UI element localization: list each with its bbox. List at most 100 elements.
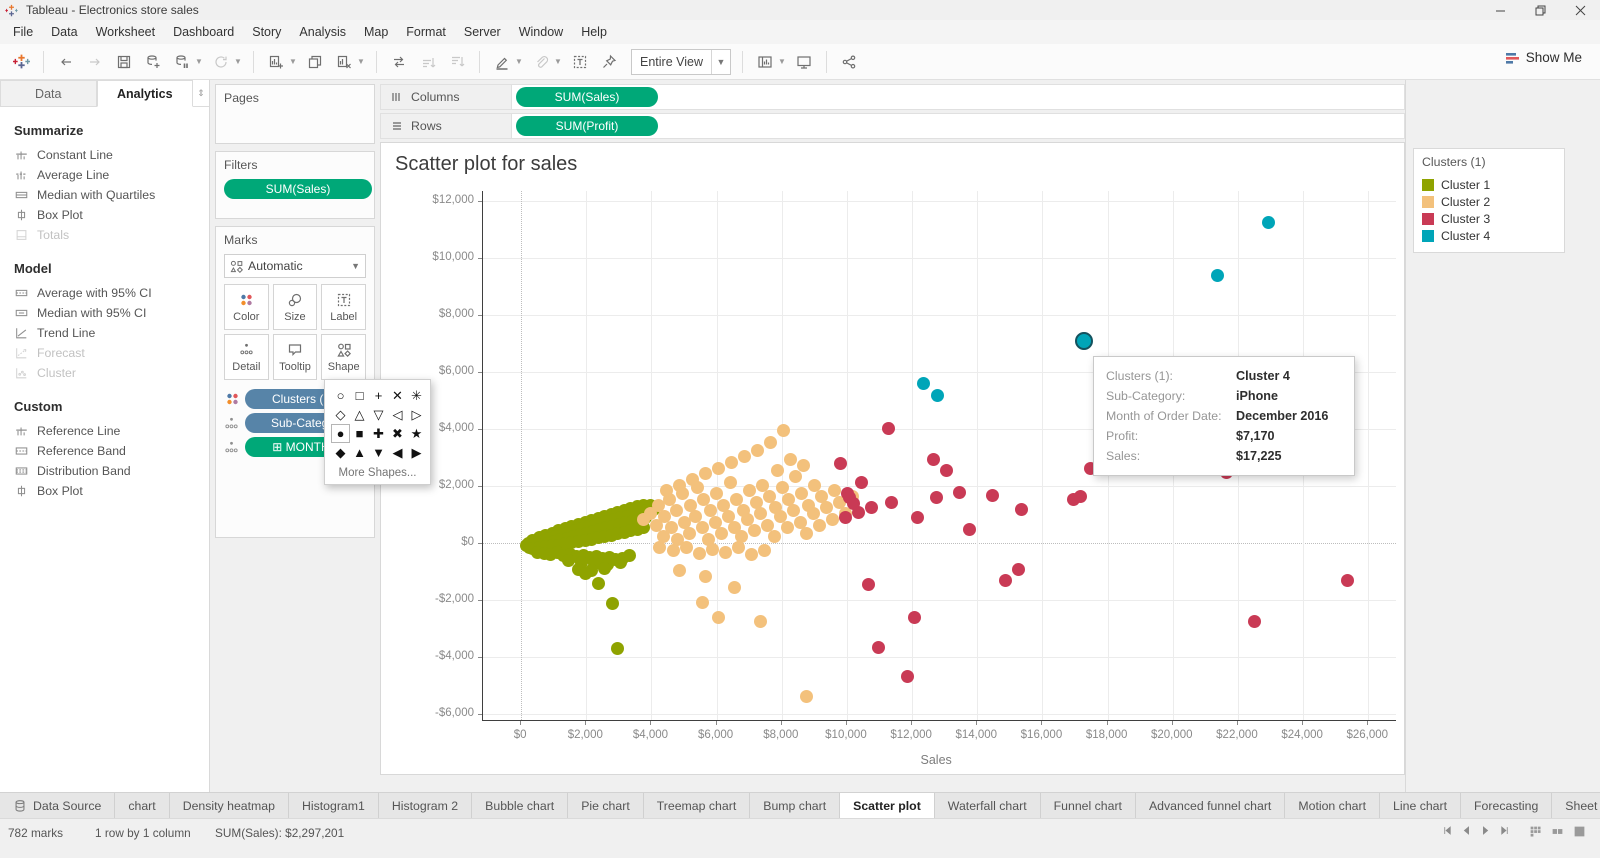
scatter-point-cluster-2[interactable] xyxy=(653,541,667,555)
scatter-point-cluster-3[interactable] xyxy=(953,485,967,499)
scatter-point-cluster-2[interactable] xyxy=(699,467,713,481)
size-button[interactable]: Size xyxy=(272,284,318,330)
chevron-down-icon[interactable]: ▼ xyxy=(195,57,203,66)
scatter-point-cluster-1[interactable] xyxy=(578,567,592,580)
pin-icon[interactable] xyxy=(598,50,620,74)
scatter-point-cluster-4[interactable] xyxy=(1262,216,1276,230)
scatter-point-cluster-2[interactable] xyxy=(731,541,745,555)
scatter-point-cluster-3[interactable] xyxy=(865,501,879,515)
scatter-point-cluster-2[interactable] xyxy=(728,581,742,595)
sidebar-item-box-plot[interactable]: Box Plot xyxy=(0,481,209,501)
first-sheet-icon[interactable] xyxy=(1442,825,1453,836)
scatter-point-cluster-1[interactable] xyxy=(614,556,628,570)
scatter-point-cluster-2[interactable] xyxy=(712,461,726,475)
menu-item-story[interactable]: Story xyxy=(243,22,290,42)
sidebar-item-reference-line[interactable]: Reference Line xyxy=(0,421,209,441)
label-button[interactable]: Label xyxy=(321,284,366,330)
scatter-point-cluster-4[interactable] xyxy=(1210,269,1224,283)
pill-sum-sales[interactable]: SUM(Sales) xyxy=(516,87,658,107)
scatter-point-cluster-3[interactable] xyxy=(901,669,915,683)
sidebar-tab-data[interactable]: Data xyxy=(0,80,97,107)
menu-item-format[interactable]: Format xyxy=(397,22,455,42)
shape-cell-0[interactable]: ○ xyxy=(331,386,350,405)
scatter-point-cluster-2[interactable] xyxy=(673,564,687,578)
pill-sum-sales[interactable]: SUM(Sales) xyxy=(224,179,372,199)
sheet-tab-histogram1[interactable]: Histogram1 xyxy=(289,793,379,818)
shape-cell-16[interactable]: ▲ xyxy=(350,443,369,462)
sheet-tab-histogram-2[interactable]: Histogram 2 xyxy=(379,793,473,818)
scatter-point-cluster-3[interactable] xyxy=(871,641,885,655)
next-sheet-icon[interactable] xyxy=(1480,825,1491,836)
show-me-button[interactable]: Show Me xyxy=(1505,50,1582,65)
sheet-tab-density-heatmap[interactable]: Density heatmap xyxy=(170,793,289,818)
shape-cell-10[interactable]: ● xyxy=(331,424,350,443)
scatter-point-cluster-2[interactable] xyxy=(744,548,758,562)
sheet-tab-chart[interactable]: chart xyxy=(115,793,170,818)
scatter-point-cluster-2[interactable] xyxy=(705,542,719,556)
rows-shelf[interactable]: Rows SUM(Profit) xyxy=(380,113,1405,139)
scatter-point-cluster-2[interactable] xyxy=(718,545,732,559)
shape-cell-19[interactable]: ▶ xyxy=(407,443,426,462)
scatter-point-cluster-2[interactable] xyxy=(767,529,781,543)
shape-cell-7[interactable]: ▽ xyxy=(369,405,388,424)
columns-shelf[interactable]: Columns SUM(Sales) xyxy=(380,84,1405,110)
sidebar-tab-analytics[interactable]: Analytics xyxy=(96,80,193,107)
scatter-point-cluster-2[interactable] xyxy=(796,458,810,472)
scatter-point-cluster-1[interactable] xyxy=(591,576,605,590)
tooltip-button[interactable]: Tooltip xyxy=(272,334,318,380)
sheet-tab-scatter-plot[interactable]: Scatter plot xyxy=(840,793,935,818)
chevron-down-icon[interactable]: ▼ xyxy=(778,57,786,66)
sidebar-item-average-with-95-ci[interactable]: Average with 95% CI xyxy=(0,283,209,303)
scatter-point-cluster-3[interactable] xyxy=(839,511,853,525)
show-cards-icon[interactable] xyxy=(754,50,776,74)
scatter-point-cluster-3[interactable] xyxy=(884,495,898,509)
scatter-point-cluster-3[interactable] xyxy=(862,578,875,592)
previous-sheet-icon[interactable] xyxy=(1461,825,1472,836)
menu-item-help[interactable]: Help xyxy=(572,22,616,42)
sidebar-item-box-plot[interactable]: Box Plot xyxy=(0,205,209,225)
scatter-point-cluster-3[interactable] xyxy=(930,491,944,505)
share-icon[interactable] xyxy=(838,50,860,74)
scatter-point-cluster-2[interactable] xyxy=(800,527,814,541)
show-sheet-icon[interactable] xyxy=(1573,825,1586,838)
shape-cell-6[interactable]: △ xyxy=(350,405,369,424)
shape-cell-18[interactable]: ◀ xyxy=(388,443,407,462)
scatter-point-cluster-2[interactable] xyxy=(673,478,687,492)
scatter-point-cluster-3[interactable] xyxy=(985,488,999,502)
scatter-point-cluster-3[interactable] xyxy=(940,464,954,478)
shape-cell-11[interactable]: ■ xyxy=(350,424,369,443)
sidebar-tab-options-icon[interactable]: ⇕ xyxy=(193,80,209,107)
shape-cell-2[interactable]: + xyxy=(369,386,388,405)
sheet-tab-line-chart[interactable]: Line chart xyxy=(1380,793,1462,818)
mark-type-dropdown[interactable]: Automatic ▼ xyxy=(224,254,366,278)
scatter-point-cluster-2[interactable] xyxy=(682,527,696,541)
filters-card[interactable]: Filters SUM(Sales) xyxy=(215,151,375,219)
shape-cell-17[interactable]: ▼ xyxy=(369,443,388,462)
duplicate-sheet-icon[interactable] xyxy=(304,50,326,74)
sheet-tab-bump-chart[interactable]: Bump chart xyxy=(750,793,841,818)
presentation-mode-icon[interactable] xyxy=(793,50,815,74)
scatter-point-cluster-4[interactable] xyxy=(917,377,931,391)
restore-icon[interactable] xyxy=(1520,0,1560,20)
scatter-point-cluster-2[interactable] xyxy=(751,444,765,458)
legend-entry-cluster-1[interactable]: Cluster 1 xyxy=(1422,176,1556,193)
scatter-point-cluster-3[interactable] xyxy=(834,456,848,470)
scatter-point-cluster-2[interactable] xyxy=(715,527,729,541)
scatter-point-cluster-3[interactable] xyxy=(963,522,977,536)
sidebar-item-median-with-quartiles[interactable]: Median with Quartiles xyxy=(0,185,209,205)
add-datasource-icon[interactable] xyxy=(142,50,164,74)
sidebar-item-distribution-band[interactable]: Distribution Band xyxy=(0,461,209,481)
scatter-point-cluster-2[interactable] xyxy=(666,544,680,558)
scatter-point-cluster-4[interactable] xyxy=(1075,331,1094,350)
scatter-point-cluster-1[interactable] xyxy=(606,596,620,610)
minimize-icon[interactable] xyxy=(1480,0,1520,20)
scatter-point-cluster-2[interactable] xyxy=(780,521,794,535)
shape-cell-14[interactable]: ★ xyxy=(407,424,426,443)
scatter-point-cluster-2[interactable] xyxy=(669,504,683,518)
color-button[interactable]: Color xyxy=(224,284,269,330)
undo-icon[interactable] xyxy=(55,50,77,74)
menu-item-analysis[interactable]: Analysis xyxy=(290,22,355,42)
menu-item-worksheet[interactable]: Worksheet xyxy=(87,22,165,42)
sheet-tab-advanced-funnel-chart[interactable]: Advanced funnel chart xyxy=(1136,793,1286,818)
legend-entry-cluster-4[interactable]: Cluster 4 xyxy=(1422,227,1556,244)
